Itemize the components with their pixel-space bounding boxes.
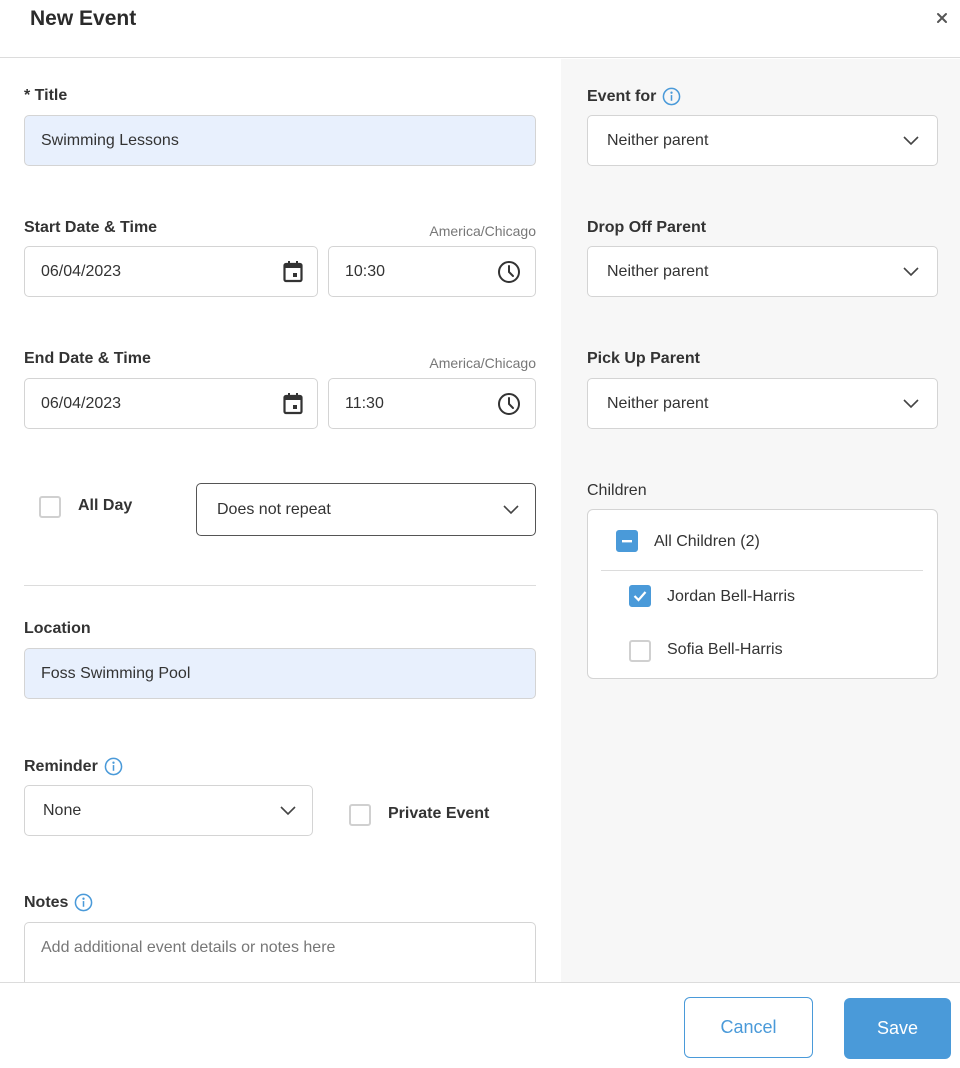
event-for-label-text: Event for	[587, 87, 657, 105]
location-label: Location	[24, 620, 91, 638]
chevron-down-icon	[903, 135, 919, 145]
reminder-select[interactable]: None	[24, 785, 313, 836]
start-date-value: 06/04/2023	[41, 262, 122, 280]
pick-up-label-text: Pick Up Parent	[587, 350, 700, 367]
save-button[interactable]: Save	[844, 998, 951, 1059]
start-time-input[interactable]: 10:30	[328, 246, 536, 297]
clock-icon[interactable]	[497, 392, 521, 416]
clock-icon[interactable]	[497, 260, 521, 284]
start-label: Start Date & Time	[24, 219, 157, 237]
title-input[interactable]: Swimming Lessons	[24, 115, 536, 166]
chevron-down-icon	[903, 266, 919, 276]
reminder-label: Reminder	[24, 757, 123, 776]
children-label: Children	[587, 482, 647, 500]
reminder-label-text: Reminder	[24, 757, 98, 775]
event-for-value: Neither parent	[607, 131, 709, 149]
dialog-title: New Event	[30, 7, 137, 30]
end-time-input[interactable]: 11:30	[328, 378, 536, 429]
check-icon	[633, 591, 647, 602]
all-day-label: All Day	[78, 497, 133, 514]
pick-up-select[interactable]: Neither parent	[587, 378, 938, 429]
repeat-select[interactable]: Does not repeat	[196, 483, 536, 536]
dialog-header: New Event	[0, 0, 960, 58]
chevron-down-icon	[280, 805, 296, 815]
pick-up-label: Pick Up Parent	[587, 350, 700, 368]
end-timezone: America/Chicago	[429, 355, 536, 371]
end-date-input[interactable]: 06/04/2023	[24, 378, 318, 429]
notes-placeholder: Add additional event details or notes he…	[41, 939, 336, 956]
end-label-text: End Date & Time	[24, 350, 151, 367]
title-value: Swimming Lessons	[41, 131, 179, 149]
start-date-input[interactable]: 06/04/2023	[24, 246, 318, 297]
location-input[interactable]: Foss Swimming Pool	[24, 648, 536, 699]
child-name: Sofia Bell-Harris	[667, 641, 783, 658]
all-children-label: All Children (2)	[654, 533, 760, 550]
private-event-checkbox[interactable]	[349, 804, 371, 826]
end-date-value: 06/04/2023	[41, 394, 122, 412]
drop-off-value: Neither parent	[607, 262, 709, 280]
info-icon[interactable]	[104, 757, 123, 776]
children-divider	[601, 570, 923, 571]
event-for-label: Event for	[587, 87, 681, 106]
location-label-text: Location	[24, 620, 91, 637]
repeat-value: Does not repeat	[217, 500, 331, 518]
children-label-text: Children	[587, 482, 647, 499]
event-for-select[interactable]: Neither parent	[587, 115, 938, 166]
drop-off-select[interactable]: Neither parent	[587, 246, 938, 297]
chevron-down-icon	[903, 398, 919, 408]
all-children-checkbox[interactable]	[616, 530, 638, 552]
notes-label: Notes	[24, 893, 93, 912]
section-divider	[24, 585, 536, 586]
drop-off-label: Drop Off Parent	[587, 219, 706, 237]
end-label: End Date & Time	[24, 350, 151, 368]
children-list: All Children (2) Jordan Bell-Harris Sofi…	[587, 509, 938, 679]
dialog-footer: Cancel Save	[0, 982, 960, 1068]
start-label-text: Start Date & Time	[24, 219, 158, 236]
child-name: Jordan Bell-Harris	[667, 588, 796, 605]
start-timezone: America/Chicago	[429, 223, 536, 239]
calendar-icon[interactable]	[283, 260, 303, 283]
title-label: * Title	[24, 87, 67, 105]
all-day-checkbox[interactable]	[39, 496, 61, 518]
minus-icon	[622, 540, 632, 543]
title-label-text: * Title	[24, 87, 68, 104]
sidebar-panel: Event for Neither parent Drop Off Parent…	[561, 59, 960, 982]
private-event-label: Private Event	[388, 805, 490, 822]
cancel-button[interactable]: Cancel	[684, 997, 813, 1058]
close-icon[interactable]	[934, 10, 950, 26]
child-checkbox[interactable]	[629, 640, 651, 662]
info-icon[interactable]	[74, 893, 93, 912]
reminder-value: None	[43, 801, 82, 819]
info-icon[interactable]	[662, 87, 681, 106]
pick-up-value: Neither parent	[607, 394, 709, 412]
main-form: * Title Swimming Lessons Start Date & Ti…	[0, 59, 561, 1002]
location-value: Foss Swimming Pool	[41, 664, 191, 682]
drop-off-label-text: Drop Off Parent	[587, 219, 707, 236]
child-checkbox[interactable]	[629, 585, 651, 607]
chevron-down-icon	[503, 504, 519, 514]
calendar-icon[interactable]	[283, 392, 303, 415]
notes-label-text: Notes	[24, 893, 69, 911]
